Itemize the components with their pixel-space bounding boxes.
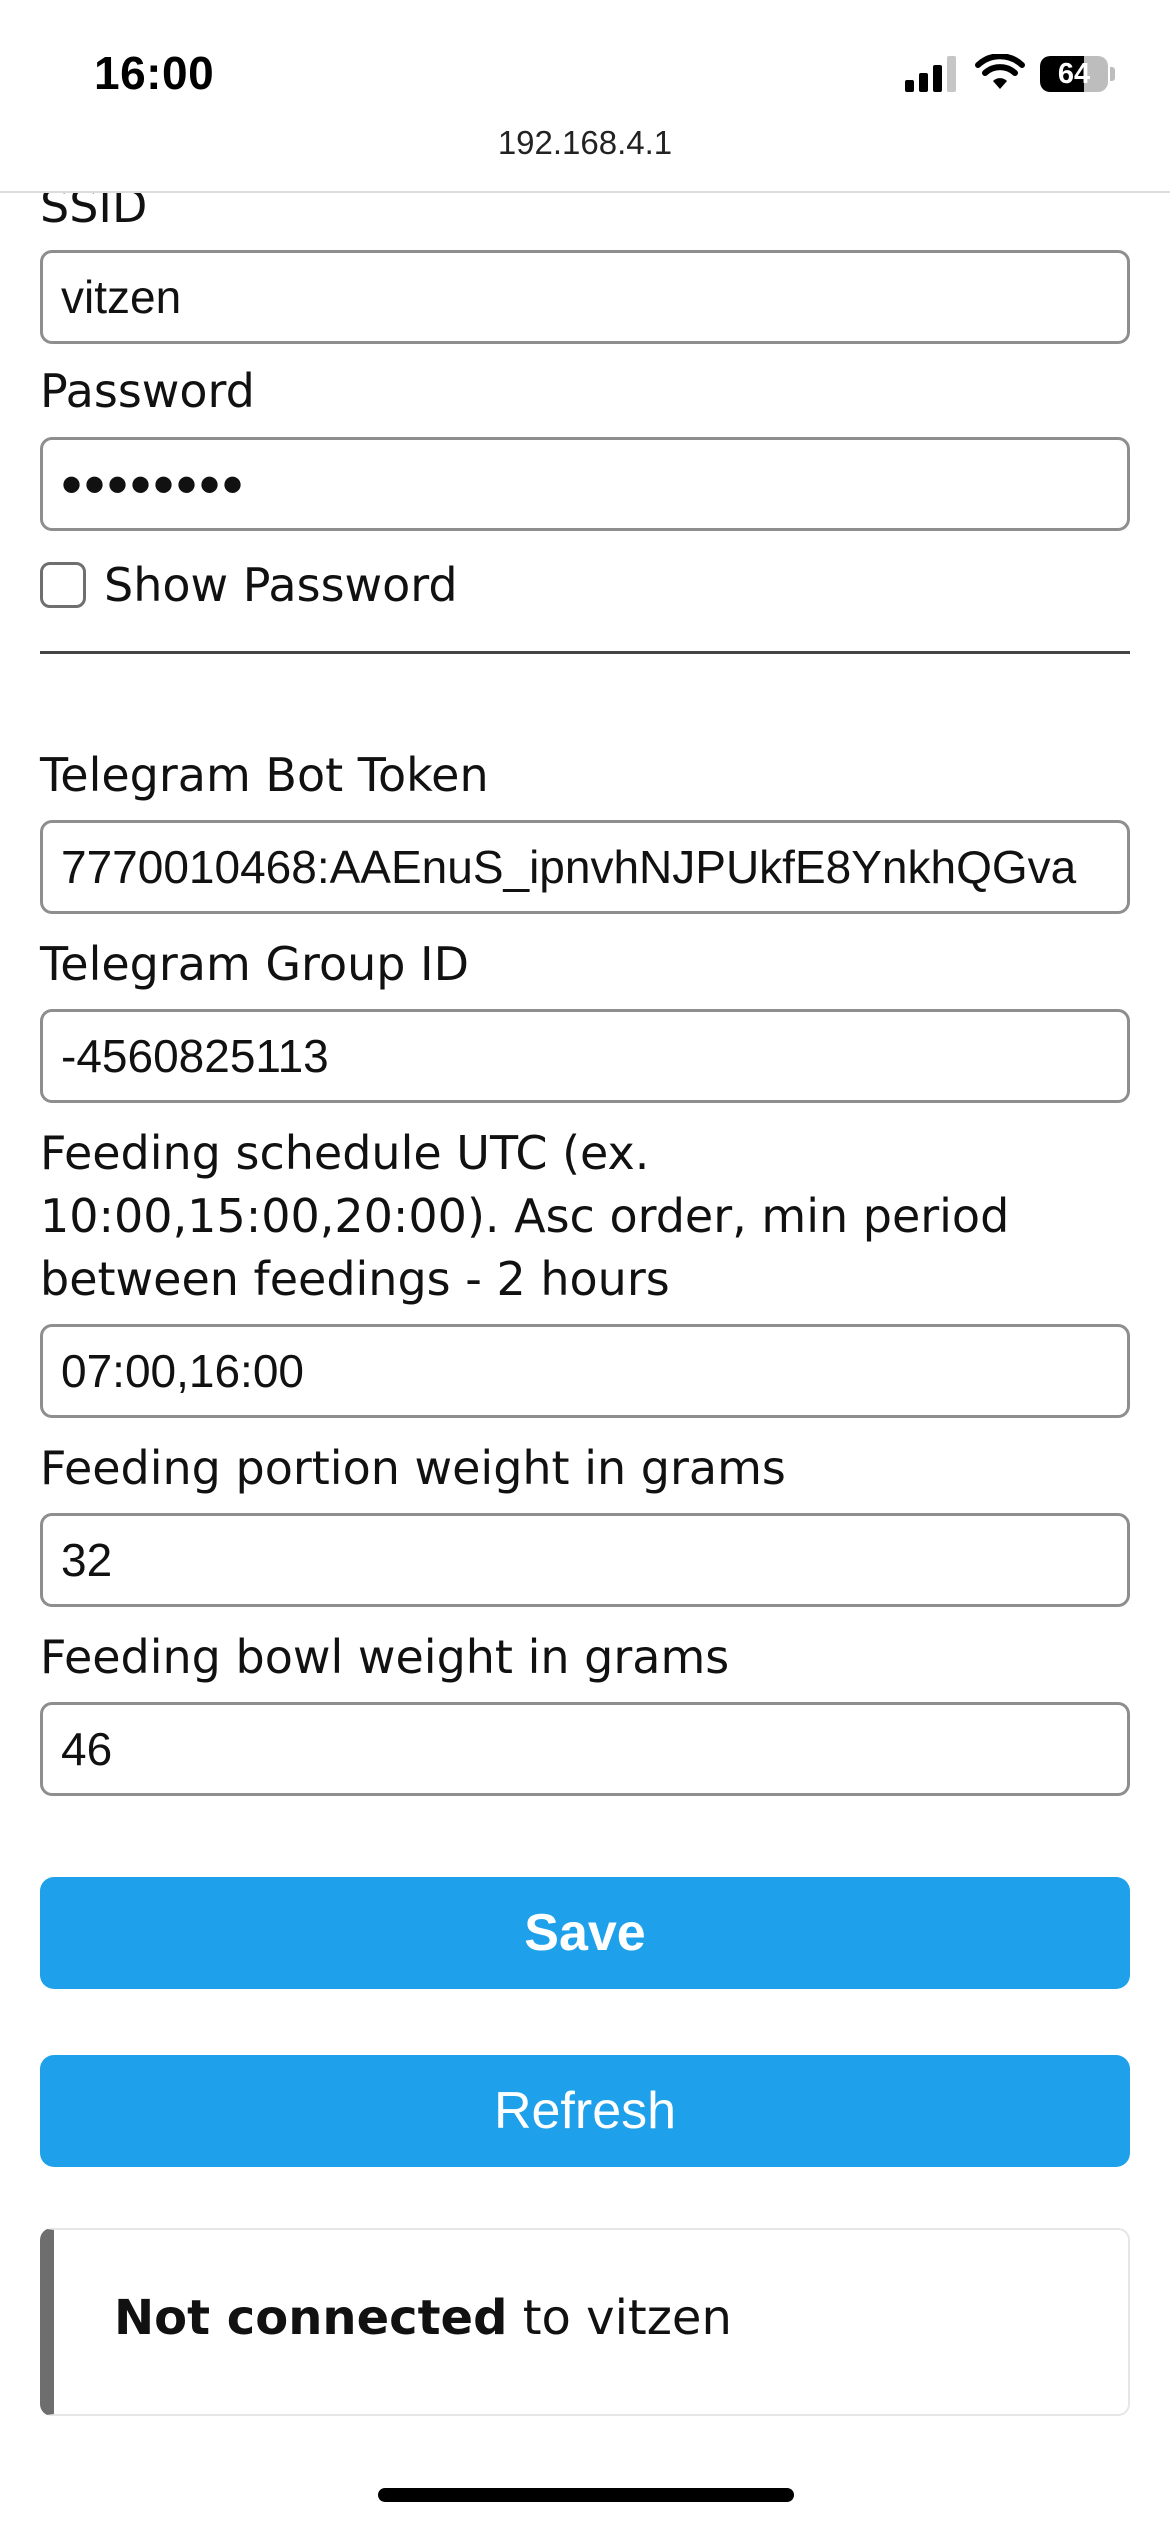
refresh-button[interactable]: Refresh	[40, 2055, 1130, 2167]
status-time: 16:00	[94, 47, 215, 99]
portion-label: Feeding portion weight in grams	[40, 1441, 786, 1495]
connection-status-panel: Not connected to vitzen	[40, 2228, 1130, 2416]
bowl-field[interactable]	[40, 1702, 1130, 1796]
bot-token-label: Telegram Bot Token	[40, 748, 489, 802]
show-password-label[interactable]: Show Password	[104, 558, 458, 612]
schedule-label-line1: Feeding schedule UTC (ex.	[40, 1126, 650, 1180]
section-divider	[40, 651, 1130, 654]
cellular-signal-icon	[905, 56, 956, 92]
password-label: Password	[40, 364, 255, 418]
battery-icon: 64	[1040, 56, 1115, 92]
password-field[interactable]	[40, 437, 1130, 531]
schedule-label-line2: 10:00,15:00,20:00). Asc order, min perio…	[40, 1189, 1010, 1243]
schedule-input[interactable]	[43, 1327, 1127, 1415]
schedule-label-line3: between feedings - 2 hours	[40, 1252, 670, 1306]
connection-state: Not connected	[114, 2290, 508, 2346]
schedule-field[interactable]	[40, 1324, 1130, 1418]
config-page: SSID Password Show Password Telegram Bot…	[0, 193, 1170, 2532]
connection-target: to vitzen	[522, 2290, 732, 2346]
portion-field[interactable]	[40, 1513, 1130, 1607]
bot-token-input[interactable]	[43, 823, 1127, 911]
group-id-field[interactable]	[40, 1009, 1130, 1103]
ios-status-bar: 16:00 64 192.168.4.1	[0, 0, 1170, 161]
bot-token-field[interactable]	[40, 820, 1130, 914]
bowl-input[interactable]	[43, 1705, 1127, 1793]
home-indicator	[378, 2488, 794, 2502]
ssid-field[interactable]	[40, 250, 1130, 344]
portion-input[interactable]	[43, 1516, 1127, 1604]
show-password-toggle[interactable]: Show Password	[40, 553, 458, 617]
show-password-checkbox[interactable]	[40, 562, 86, 608]
group-id-input[interactable]	[43, 1012, 1127, 1100]
ssid-label: SSID	[40, 193, 148, 233]
address-bar-url[interactable]: 192.168.4.1	[0, 124, 1170, 162]
save-button[interactable]: Save	[40, 1877, 1130, 1989]
ssid-input[interactable]	[43, 253, 1127, 341]
battery-level: 64	[1057, 58, 1091, 90]
connection-status-text: Not connected to vitzen	[114, 2290, 732, 2346]
group-id-label: Telegram Group ID	[40, 937, 470, 991]
password-input[interactable]	[43, 440, 1127, 528]
bowl-label: Feeding bowl weight in grams	[40, 1630, 730, 1684]
wifi-icon	[975, 54, 1025, 89]
